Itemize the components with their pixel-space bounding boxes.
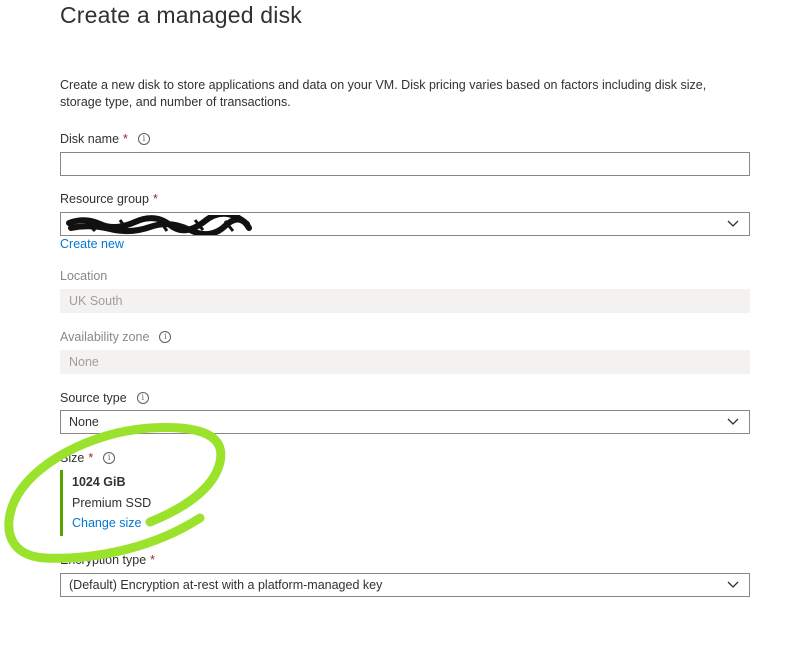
size-value: 1024 GiB (72, 475, 126, 489)
required-mark: * (88, 451, 94, 465)
disk-name-label: Disk name * i (60, 132, 150, 146)
location-value: UK South (69, 294, 123, 308)
location-label-text: Location (60, 269, 108, 283)
availability-zone-label: Availability zone i (60, 330, 172, 344)
info-icon[interactable]: i (159, 331, 172, 343)
source-type-label: Source type i (60, 391, 149, 405)
chevron-down-icon[interactable] (727, 578, 739, 590)
chevron-down-icon[interactable] (727, 415, 739, 427)
location-field: UK South (60, 289, 750, 313)
info-icon[interactable]: i (137, 133, 150, 145)
availability-zone-value: None (69, 355, 99, 369)
redaction-scribble (66, 215, 252, 235)
resource-group-dropdown[interactable] (60, 212, 750, 236)
info-icon[interactable]: i (136, 392, 149, 404)
info-icon[interactable]: i (103, 452, 116, 464)
encryption-type-value: (Default) Encryption at-rest with a plat… (69, 578, 383, 592)
encryption-type-dropdown[interactable]: (Default) Encryption at-rest with a plat… (60, 573, 750, 597)
source-type-value: None (69, 415, 99, 429)
page-description: Create a new disk to store applications … (60, 78, 707, 109)
availability-zone-field: None (60, 350, 750, 374)
required-mark: * (123, 132, 128, 146)
encryption-type-label-text: Encryption type (60, 553, 147, 567)
encryption-type-label: Encryption type * (60, 553, 155, 567)
availability-zone-label-text: Availability zone (60, 330, 150, 344)
location-label: Location (60, 269, 107, 283)
resource-group-label: Resource group * (60, 192, 158, 206)
disk-name-input[interactable] (60, 152, 750, 176)
required-mark: * (150, 553, 156, 567)
required-mark: * (152, 192, 158, 206)
page-title: Create a managed disk (60, 2, 303, 28)
size-tier: Premium SSD (72, 496, 152, 510)
source-type-dropdown[interactable]: None (60, 410, 750, 434)
chevron-down-icon[interactable] (727, 217, 739, 229)
size-label-text: Size (60, 451, 85, 465)
source-type-label-text: Source type (60, 391, 127, 405)
size-summary: 1024 GiB Premium SSD Change size (60, 470, 270, 536)
change-size-link[interactable]: Change size (72, 516, 142, 530)
resource-group-label-text: Resource group (60, 192, 149, 206)
disk-name-label-text: Disk name (60, 132, 120, 146)
create-new-link[interactable]: Create new (60, 237, 124, 251)
size-label: Size * i (60, 451, 116, 465)
